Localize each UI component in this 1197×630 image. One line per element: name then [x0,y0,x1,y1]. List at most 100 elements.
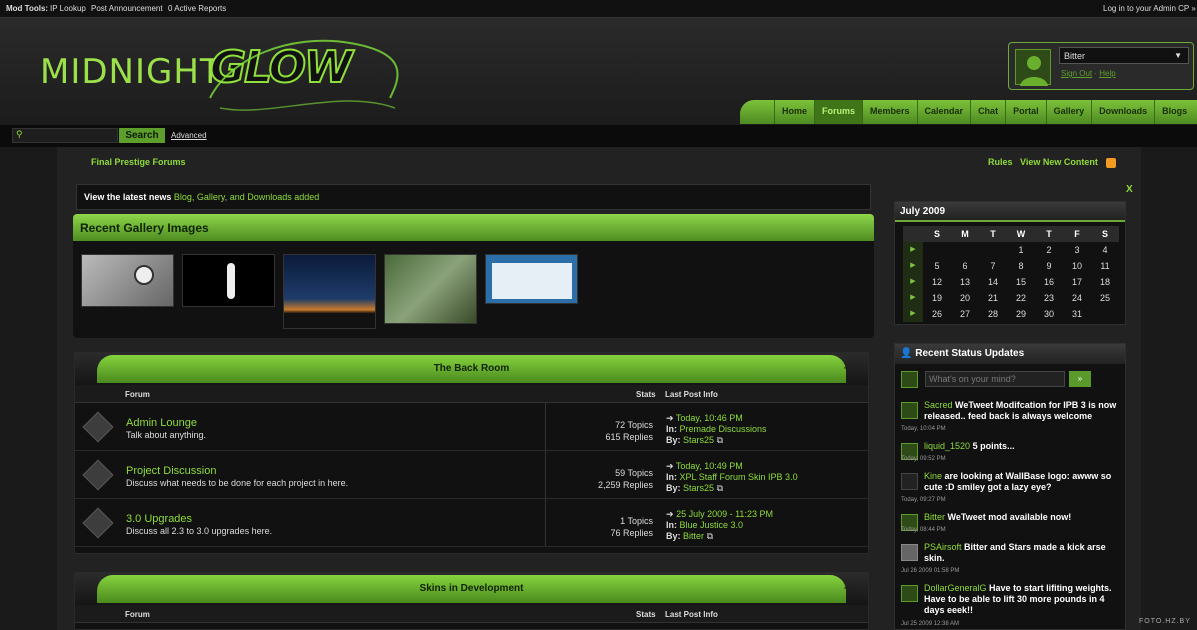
gallery-thumb[interactable] [384,254,477,324]
week-arrow-icon[interactable]: ▶ [903,242,923,258]
gallery-thumb[interactable] [182,254,275,307]
calendar-day[interactable] [923,242,951,258]
last-post-author-link[interactable]: Bitter [683,531,704,541]
avatar[interactable] [1015,49,1051,86]
forum-name-link[interactable]: Project Discussion [126,465,216,477]
last-post-author-link[interactable]: Stars25 [683,483,714,493]
gallery-thumb[interactable] [81,254,174,307]
last-post-date-link[interactable]: 25 July 2009 - 11:23 PM [676,509,773,519]
calendar-day[interactable]: 8 [1007,258,1035,274]
forum-name-link[interactable]: 3.0 Upgrades [126,513,192,525]
last-post-date-link[interactable]: Today, 10:49 PM [676,461,743,471]
breadcrumb[interactable]: Final Prestige Forums [91,157,186,167]
rules-link[interactable]: Rules [988,157,1013,167]
calendar-day[interactable]: 16 [1035,274,1063,290]
active-reports-link[interactable]: 0 Active Reports [168,4,226,13]
status-user-link[interactable]: Bitter [924,512,945,522]
avatar[interactable] [901,585,918,602]
last-post-date-link[interactable]: Today, 10:46 PM [676,413,743,423]
external-link-icon[interactable]: ⧉ [707,531,713,541]
calendar-day[interactable]: 14 [979,274,1007,290]
tab-forums[interactable]: Forums [814,100,863,124]
calendar-day[interactable]: 9 [1035,258,1063,274]
calendar-day[interactable]: 23 [1035,290,1063,306]
last-post-topic-link[interactable]: Premade Discussions [680,424,767,434]
week-arrow-icon[interactable]: ▶ [903,306,923,322]
calendar-month-title[interactable]: July 2009 [895,202,1125,222]
calendar-day[interactable]: 13 [951,274,979,290]
calendar-day[interactable] [1091,306,1119,322]
category-title[interactable]: Skins in Development [97,575,846,603]
calendar-day[interactable]: 11 [1091,258,1119,274]
calendar-day[interactable]: 10 [1063,258,1091,274]
calendar-day[interactable]: 24 [1063,290,1091,306]
calendar-day[interactable]: 4 [1091,242,1119,258]
search-button[interactable]: Search [119,128,165,143]
logo-text-midnight[interactable]: MIDNIGHT [40,52,222,92]
status-user-link[interactable]: Kine [924,471,942,481]
advanced-search-link[interactable]: Advanced [171,131,207,140]
week-arrow-icon[interactable]: ▶ [903,274,923,290]
calendar-day[interactable] [951,242,979,258]
ip-lookup-link[interactable]: IP Lookup [50,4,86,13]
gallery-thumb[interactable] [485,254,578,304]
calendar-day[interactable]: 17 [1063,274,1091,290]
calendar-day[interactable]: 27 [951,306,979,322]
calendar-day[interactable]: 7 [979,258,1007,274]
status-user-link[interactable]: DollarGeneralG [924,583,987,593]
week-arrow-icon[interactable]: ▶ [903,290,923,306]
external-link-icon[interactable]: ⧉ [717,483,723,493]
tab-members[interactable]: Members [862,100,917,124]
admin-cp-link[interactable]: Log in to your Admin CP » [1103,4,1196,13]
status-submit-button[interactable]: » [1069,371,1091,387]
calendar-day[interactable]: 15 [1007,274,1035,290]
calendar-day[interactable]: 12 [923,274,951,290]
calendar-day[interactable] [979,242,1007,258]
calendar-day[interactable]: 29 [1007,306,1035,322]
last-post-author-link[interactable]: Stars25 [683,435,714,445]
week-arrow-icon[interactable]: ▶ [903,258,923,274]
external-link-icon[interactable]: ⧉ [717,435,723,445]
status-user-link[interactable]: liquid_1520 [924,441,970,451]
avatar[interactable] [901,544,918,561]
news-link[interactable]: Blog, Gallery, and Downloads added [174,192,319,202]
tab-calendar[interactable]: Calendar [916,100,971,124]
calendar-day[interactable]: 25 [1091,290,1119,306]
calendar-day[interactable]: 22 [1007,290,1035,306]
sign-out-link[interactable]: Sign Out [1061,69,1092,78]
calendar-day[interactable]: 2 [1035,242,1063,258]
calendar-day[interactable]: 28 [979,306,1007,322]
post-announcement-link[interactable]: Post Announcement [91,4,163,13]
calendar-day[interactable]: 26 [923,306,951,322]
tab-chat[interactable]: Chat [970,100,1005,124]
avatar[interactable] [901,402,918,419]
calendar-day[interactable]: 3 [1063,242,1091,258]
collapse-icon[interactable]: – [844,582,850,594]
calendar-day[interactable]: 31 [1063,306,1091,322]
status-input[interactable]: What's on your mind? [925,371,1065,387]
close-icon[interactable]: X [1126,184,1133,195]
last-post-topic-link[interactable]: XPL Staff Forum Skin IPB 3.0 [680,472,798,482]
calendar-day[interactable]: 1 [1007,242,1035,258]
tab-blogs[interactable]: Blogs [1154,100,1194,124]
help-link[interactable]: Help [1099,69,1115,78]
rss-icon[interactable] [1106,157,1117,168]
search-input[interactable]: ⚲ [12,128,118,143]
category-title[interactable]: The Back Room [97,355,846,383]
new-content-link[interactable]: View New Content [1020,157,1098,167]
calendar-day[interactable]: 6 [951,258,979,274]
tab-portal[interactable]: Portal [1005,100,1046,124]
last-post-topic-link[interactable]: Blue Justice 3.0 [680,520,744,530]
calendar-day[interactable]: 18 [1091,274,1119,290]
calendar-day[interactable]: 20 [951,290,979,306]
gallery-thumb[interactable] [283,254,376,329]
calendar-day[interactable]: 30 [1035,306,1063,322]
status-user-link[interactable]: PSAirsoft [924,542,962,552]
avatar[interactable] [901,473,918,490]
collapse-icon[interactable]: – [844,362,850,374]
tab-downloads[interactable]: Downloads [1091,100,1154,124]
tab-home[interactable]: Home [774,100,814,124]
status-user-link[interactable]: Sacred [924,400,953,410]
calendar-day[interactable]: 5 [923,258,951,274]
forum-name-link[interactable]: Admin Lounge [126,417,197,429]
